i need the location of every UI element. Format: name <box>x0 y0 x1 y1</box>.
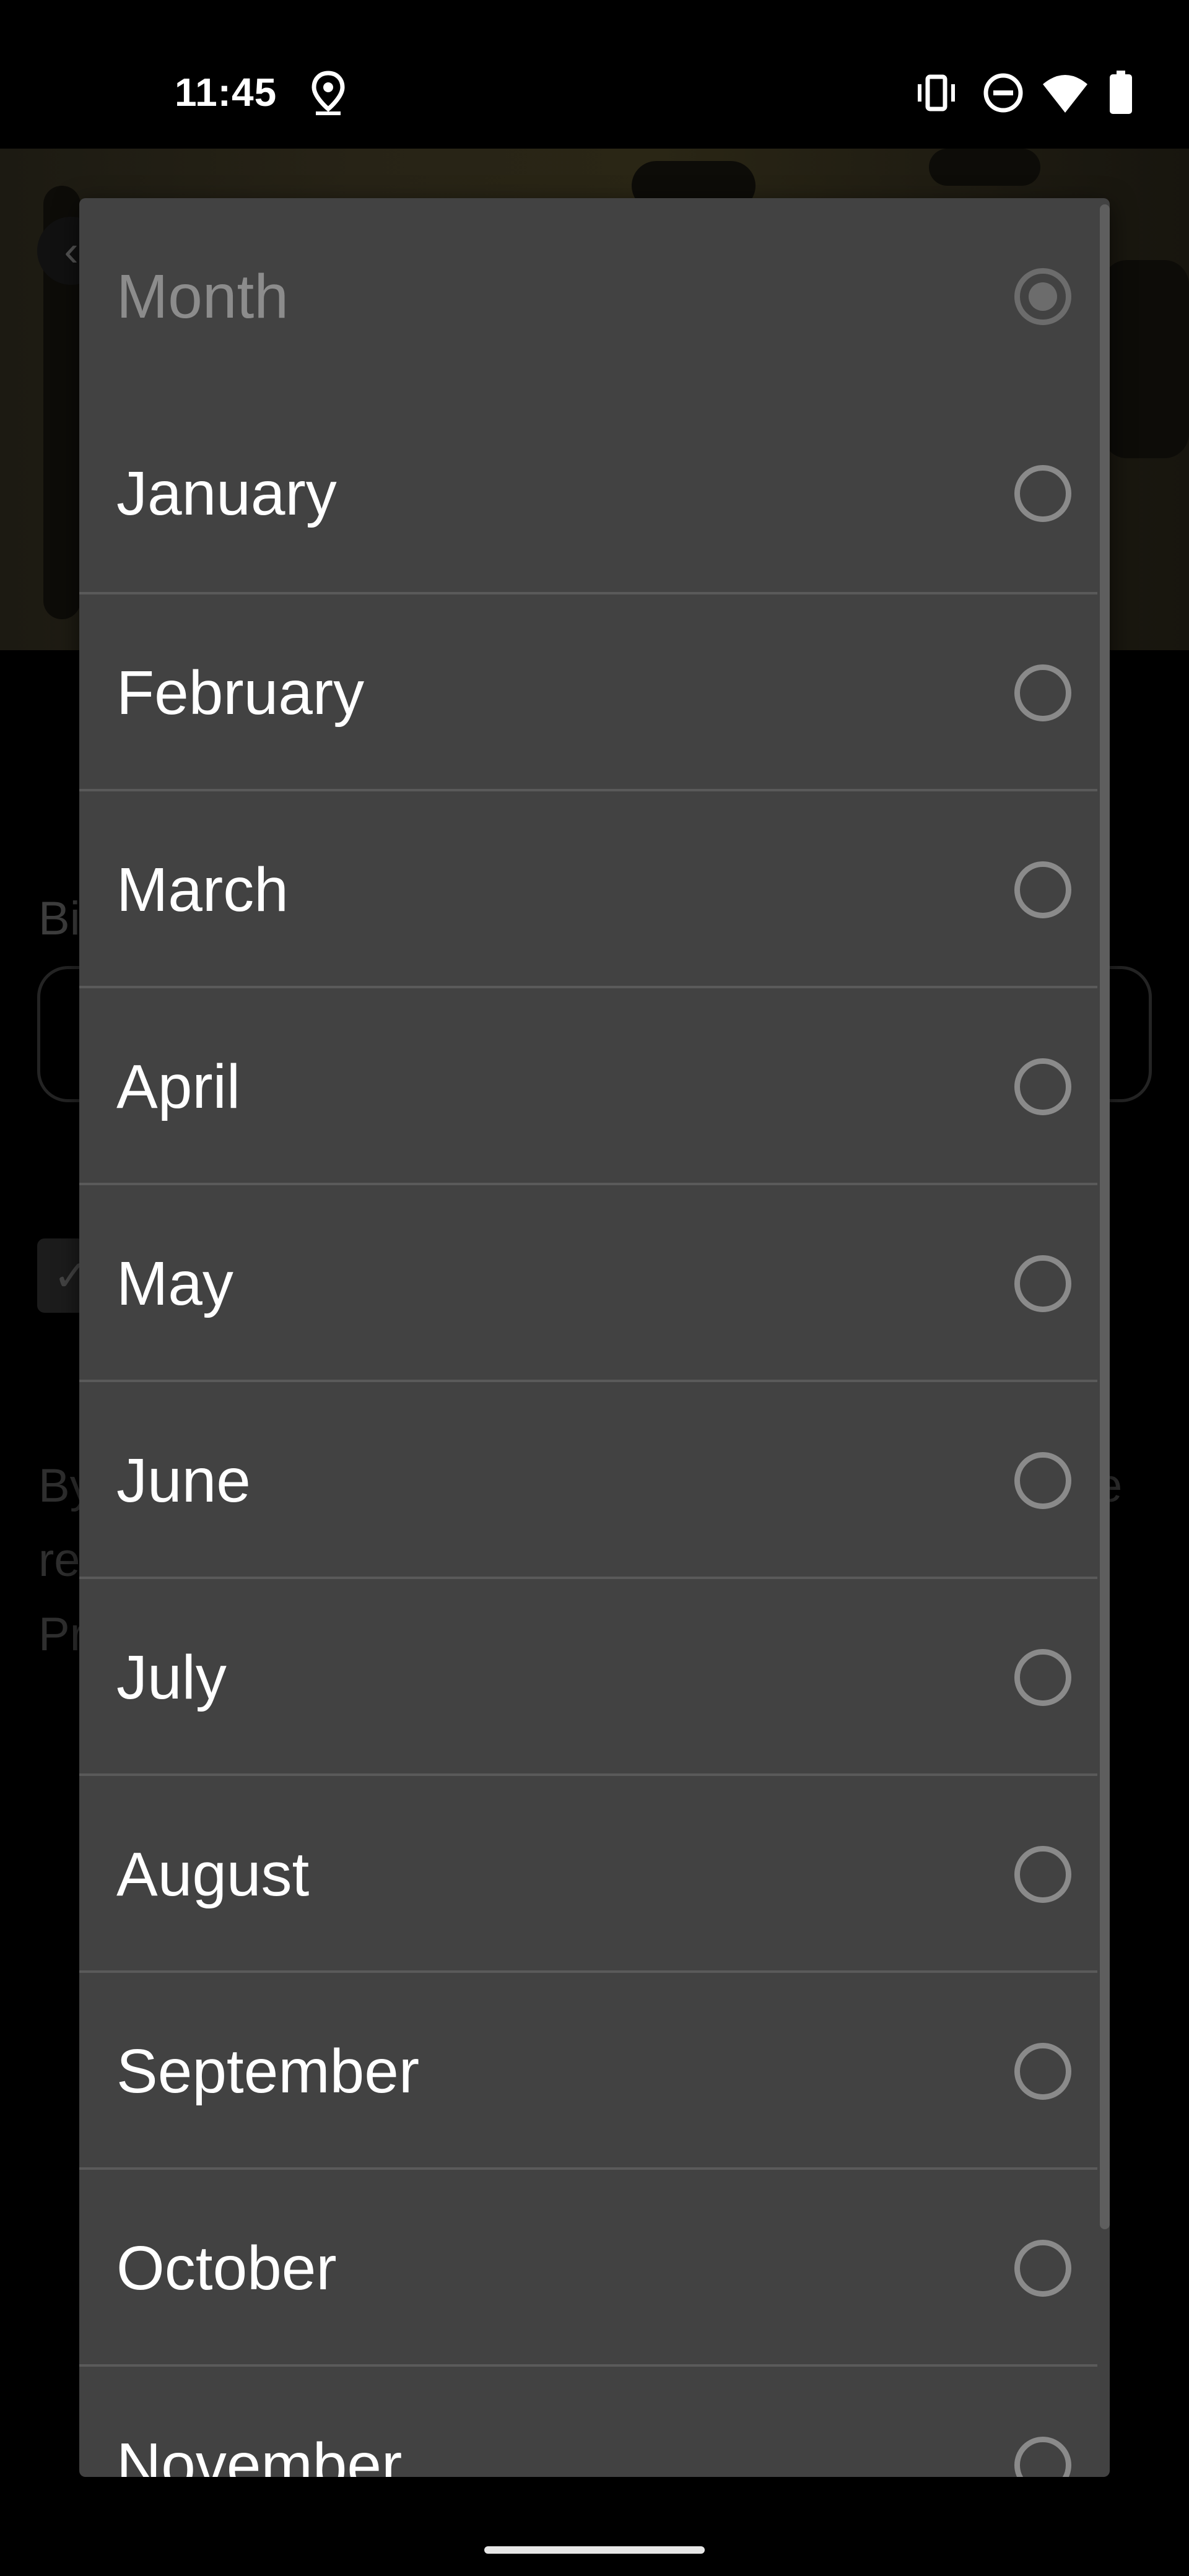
month-option-april[interactable]: April <box>79 986 1097 1183</box>
radio-unchecked-icon[interactable] <box>1014 465 1071 522</box>
option-label: May <box>116 1249 233 1318</box>
month-header-label: Month <box>116 262 289 331</box>
do-not-disturb-icon <box>983 73 1023 113</box>
month-option-august[interactable]: August <box>79 1773 1097 1970</box>
option-label: November <box>116 2430 403 2477</box>
month-option-november[interactable]: November <box>79 2364 1097 2477</box>
option-label: January <box>116 459 337 528</box>
option-label: September <box>116 2037 420 2106</box>
month-option-july[interactable]: July <box>79 1577 1097 1773</box>
radio-unchecked-icon[interactable] <box>1014 1649 1071 1706</box>
dialog-scrollbar[interactable] <box>1100 204 1110 2229</box>
option-label: April <box>116 1052 241 1121</box>
month-picker-dialog: Month January February March April May J… <box>79 198 1110 2477</box>
radio-checked-icon <box>1014 268 1071 325</box>
radio-unchecked-icon[interactable] <box>1014 1058 1071 1115</box>
month-header-option: Month <box>79 198 1097 395</box>
wifi-icon <box>1043 75 1087 113</box>
option-label: August <box>116 1840 310 1909</box>
month-option-june[interactable]: June <box>79 1380 1097 1577</box>
radio-unchecked-icon[interactable] <box>1014 1846 1071 1903</box>
radio-unchecked-icon[interactable] <box>1014 2437 1071 2477</box>
vibrate-icon <box>918 74 955 111</box>
option-label: July <box>116 1643 227 1712</box>
birthday-label: Bi <box>38 892 81 945</box>
radio-unchecked-icon[interactable] <box>1014 1452 1071 1509</box>
month-option-october[interactable]: October <box>79 2167 1097 2364</box>
radio-unchecked-icon[interactable] <box>1014 2043 1071 2100</box>
radio-unchecked-icon[interactable] <box>1014 1255 1071 1312</box>
location-icon <box>311 71 345 115</box>
option-label: October <box>116 2234 337 2303</box>
status-bar: 11:45 <box>0 0 1189 149</box>
month-option-march[interactable]: March <box>79 789 1097 986</box>
radio-unchecked-icon[interactable] <box>1014 2240 1071 2297</box>
month-option-january[interactable]: January <box>79 395 1097 592</box>
month-option-february[interactable]: February <box>79 592 1097 789</box>
radio-unchecked-icon[interactable] <box>1014 861 1071 918</box>
gesture-nav-handle[interactable] <box>484 2546 705 2554</box>
month-option-may[interactable]: May <box>79 1183 1097 1380</box>
status-time: 11:45 <box>175 70 277 115</box>
option-label: February <box>116 658 365 728</box>
radio-unchecked-icon[interactable] <box>1014 664 1071 721</box>
option-label: June <box>116 1446 251 1515</box>
battery-icon <box>1110 71 1132 114</box>
option-label: March <box>116 855 289 925</box>
month-option-september[interactable]: September <box>79 1970 1097 2167</box>
